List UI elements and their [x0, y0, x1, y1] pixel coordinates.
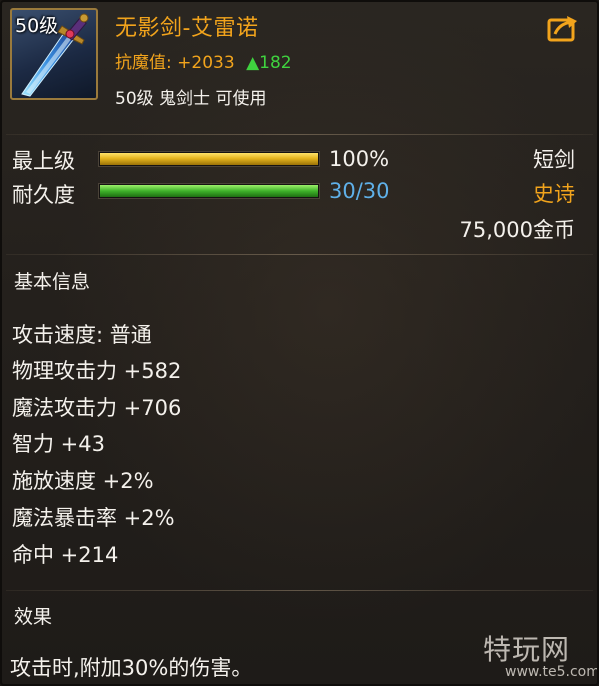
- durability-value: 30/30: [329, 179, 390, 203]
- durability-bar: [98, 183, 320, 199]
- effect-description: 攻击时,附加30%的伤害。: [10, 656, 253, 680]
- item-name: 无影剑-艾雷诺: [115, 16, 259, 41]
- item-tooltip: 50级 无影剑-艾雷诺 抗魔值: +2033 ▲182 50级 鬼剑士 可使用 …: [0, 0, 599, 686]
- site-watermark: 特玩网 www.te5.com: [483, 628, 597, 684]
- attribute-line: 智力 +43: [12, 432, 105, 456]
- weapon-type: 短剑: [533, 148, 575, 172]
- attribute-line: 攻击速度: 普通: [12, 323, 152, 347]
- share-button[interactable]: [547, 14, 579, 42]
- attribute-line: 命中 +214: [12, 543, 119, 567]
- magic-resist-increase: ▲182: [246, 53, 292, 73]
- attribute-line: 魔法暴击率 +2%: [12, 506, 175, 530]
- rarity-label: 史诗: [533, 182, 575, 206]
- magic-resist-line: 抗魔值: +2033 ▲182: [115, 48, 292, 73]
- grade-bar-fill: [100, 153, 318, 165]
- price-label: 75,000金币: [459, 218, 575, 242]
- basic-info-title: 基本信息: [14, 271, 91, 293]
- section-divider-effect: [6, 590, 593, 591]
- header-divider: [6, 134, 593, 135]
- share-arrow-icon: [547, 16, 577, 42]
- magic-resist-value: +2033: [177, 53, 235, 73]
- item-icon-slot[interactable]: 50级: [10, 8, 98, 100]
- equip-requirement: 50级 鬼剑士 可使用: [115, 89, 267, 109]
- watermark-url: www.te5.com: [505, 664, 599, 680]
- magic-resist-label: 抗魔值:: [115, 53, 172, 73]
- watermark-text: 特玩网: [483, 633, 571, 666]
- effect-title: 效果: [14, 606, 53, 628]
- section-divider-basic: [6, 254, 593, 255]
- grade-value: 100%: [329, 147, 390, 171]
- attribute-line: 魔法攻击力 +706: [12, 396, 182, 420]
- attribute-line: 施放速度 +2%: [12, 469, 154, 493]
- grade-bar: [98, 151, 320, 167]
- durability-label: 耐久度: [12, 183, 75, 207]
- attribute-line: 物理攻击力 +582: [12, 359, 182, 383]
- item-level-badge: 50级: [15, 15, 59, 37]
- durability-bar-fill: [100, 185, 318, 197]
- grade-label: 最上级: [12, 149, 75, 173]
